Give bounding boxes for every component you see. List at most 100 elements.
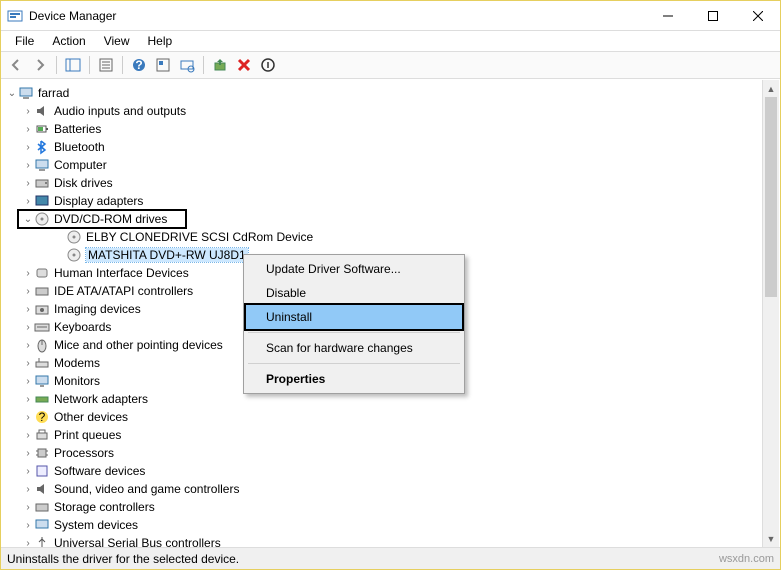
chevron-right-icon[interactable]: ›	[22, 142, 34, 153]
chevron-right-icon[interactable]: ›	[22, 376, 34, 387]
toolbar-separator	[56, 56, 57, 74]
tree-item[interactable]: ›Computer	[2, 156, 779, 174]
system-icon	[34, 517, 50, 533]
watermark: wsxdn.com	[719, 553, 774, 565]
chevron-right-icon[interactable]: ›	[22, 268, 34, 279]
scan-hardware-button[interactable]	[176, 54, 198, 76]
cpu-icon	[34, 445, 50, 461]
computer-icon	[18, 85, 34, 101]
ctx-scan[interactable]: Scan for hardware changes	[246, 336, 462, 360]
ctx-uninstall[interactable]: Uninstall	[246, 305, 462, 329]
chevron-right-icon[interactable]: ›	[22, 430, 34, 441]
chevron-right-icon[interactable]: ›	[22, 358, 34, 369]
chevron-down-icon[interactable]: ⌄	[22, 214, 34, 225]
ctx-properties[interactable]: Properties	[246, 367, 462, 391]
chevron-right-icon[interactable]: ›	[22, 322, 34, 333]
disable-button[interactable]	[257, 54, 279, 76]
app-icon	[7, 8, 23, 24]
maximize-button[interactable]	[690, 1, 735, 30]
chevron-right-icon[interactable]: ›	[22, 196, 34, 207]
modem-icon	[34, 355, 50, 371]
printer-icon	[34, 427, 50, 443]
tree-item[interactable]: ELBY CLONEDRIVE SCSI CdRom Device	[2, 228, 779, 246]
tree-item[interactable]: ›Storage controllers	[2, 498, 779, 516]
tree-item[interactable]: ›Batteries	[2, 120, 779, 138]
forward-button[interactable]	[29, 54, 51, 76]
scroll-track[interactable]	[763, 97, 779, 530]
dvd-icon	[66, 247, 82, 263]
menu-file[interactable]: File	[7, 32, 42, 50]
toolbar-separator	[122, 56, 123, 74]
action-button[interactable]	[152, 54, 174, 76]
controller-icon	[34, 499, 50, 515]
root-label: farrad	[38, 86, 69, 100]
scroll-down-button[interactable]: ▼	[763, 530, 779, 547]
menu-help[interactable]: Help	[140, 32, 181, 50]
tree-item[interactable]: ›Processors	[2, 444, 779, 462]
toolbar: ?	[1, 51, 780, 79]
chevron-right-icon[interactable]: ›	[22, 466, 34, 477]
chevron-right-icon[interactable]: ›	[22, 286, 34, 297]
mouse-icon	[34, 337, 50, 353]
tree-item[interactable]: ›Bluetooth	[2, 138, 779, 156]
chevron-right-icon[interactable]: ›	[22, 106, 34, 117]
tree-root[interactable]: ⌄ farrad	[2, 84, 779, 102]
question-icon: ?	[34, 409, 50, 425]
controller-icon	[34, 283, 50, 299]
statusbar: Uninstalls the driver for the selected d…	[1, 547, 780, 569]
properties-button[interactable]	[95, 54, 117, 76]
tree-item[interactable]: ›Universal Serial Bus controllers	[2, 534, 779, 547]
chevron-right-icon[interactable]: ›	[22, 394, 34, 405]
menu-separator	[248, 332, 460, 333]
chevron-right-icon[interactable]: ›	[22, 520, 34, 531]
computer-icon	[34, 157, 50, 173]
window-title: Device Manager	[29, 9, 645, 23]
show-hide-console-tree-button[interactable]	[62, 54, 84, 76]
menu-view[interactable]: View	[96, 32, 138, 50]
tree-item[interactable]: ›Display adapters	[2, 192, 779, 210]
dvd-icon	[66, 229, 82, 245]
disk-icon	[34, 175, 50, 191]
ctx-update-driver[interactable]: Update Driver Software...	[246, 257, 462, 281]
tree-item[interactable]: ›?Other devices	[2, 408, 779, 426]
tree-item[interactable]: ›Software devices	[2, 462, 779, 480]
chevron-right-icon[interactable]: ›	[22, 484, 34, 495]
chevron-right-icon[interactable]: ›	[22, 178, 34, 189]
ctx-disable[interactable]: Disable	[246, 281, 462, 305]
camera-icon	[34, 301, 50, 317]
window-controls	[645, 1, 780, 30]
software-icon	[34, 463, 50, 479]
scroll-thumb[interactable]	[765, 97, 777, 297]
chevron-down-icon[interactable]: ⌄	[6, 88, 18, 99]
chevron-right-icon[interactable]: ›	[22, 538, 34, 548]
svg-text:?: ?	[135, 58, 142, 72]
titlebar: Device Manager	[1, 1, 780, 31]
chevron-right-icon[interactable]: ›	[22, 160, 34, 171]
scroll-up-button[interactable]: ▲	[763, 80, 779, 97]
bluetooth-icon	[34, 139, 50, 155]
back-button[interactable]	[5, 54, 27, 76]
chevron-right-icon[interactable]: ›	[22, 304, 34, 315]
tree-item[interactable]: ›Sound, video and game controllers	[2, 480, 779, 498]
minimize-button[interactable]	[645, 1, 690, 30]
help-button[interactable]: ?	[128, 54, 150, 76]
chevron-right-icon[interactable]: ›	[22, 340, 34, 351]
chevron-right-icon[interactable]: ›	[22, 412, 34, 423]
battery-icon	[34, 121, 50, 137]
audio-icon	[34, 481, 50, 497]
menu-action[interactable]: Action	[44, 32, 93, 50]
chevron-right-icon[interactable]: ›	[22, 502, 34, 513]
close-button[interactable]	[735, 1, 780, 30]
tree-item[interactable]: ›Print queues	[2, 426, 779, 444]
vertical-scrollbar[interactable]: ▲ ▼	[762, 80, 779, 547]
chevron-right-icon[interactable]: ›	[22, 448, 34, 459]
uninstall-button[interactable]	[233, 54, 255, 76]
tree-item[interactable]: ›Audio inputs and outputs	[2, 102, 779, 120]
tree-item[interactable]: ›Disk drives	[2, 174, 779, 192]
keyboard-icon	[34, 319, 50, 335]
tree-item[interactable]: ›System devices	[2, 516, 779, 534]
usb-icon	[34, 535, 50, 547]
tree-item-dvd[interactable]: ⌄DVD/CD-ROM drives	[18, 210, 186, 228]
chevron-right-icon[interactable]: ›	[22, 124, 34, 135]
update-driver-button[interactable]	[209, 54, 231, 76]
